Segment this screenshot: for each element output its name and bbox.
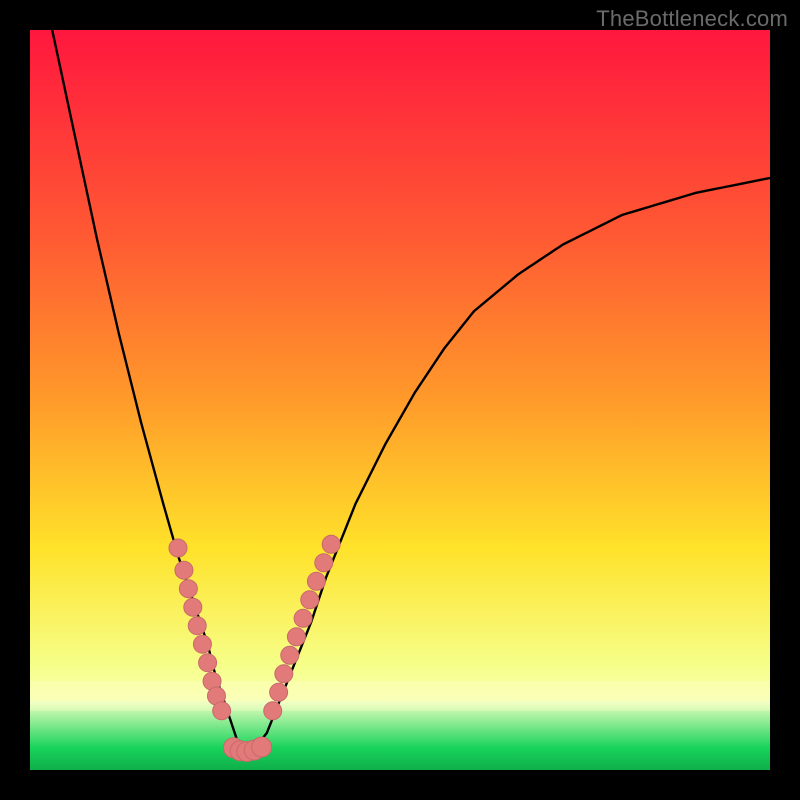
data-dot	[184, 598, 202, 616]
data-dot	[188, 617, 206, 635]
plot-area	[30, 30, 770, 770]
data-dot	[175, 561, 193, 579]
data-dot	[193, 635, 211, 653]
chart-frame: TheBottleneck.com	[0, 0, 800, 800]
watermark-text: TheBottleneck.com	[596, 6, 788, 32]
data-dot	[264, 702, 282, 720]
data-dot	[307, 572, 325, 590]
data-dot	[315, 554, 333, 572]
data-dot	[213, 702, 231, 720]
data-dot	[169, 539, 187, 557]
data-dot	[281, 646, 299, 664]
data-dot	[179, 580, 197, 598]
data-dot	[199, 654, 217, 672]
data-dot	[301, 591, 319, 609]
data-dot	[252, 737, 272, 757]
data-dot	[275, 665, 293, 683]
data-dot	[322, 535, 340, 553]
data-dot	[270, 683, 288, 701]
data-dot	[287, 628, 305, 646]
data-dot	[294, 609, 312, 627]
plot-svg	[30, 30, 770, 770]
